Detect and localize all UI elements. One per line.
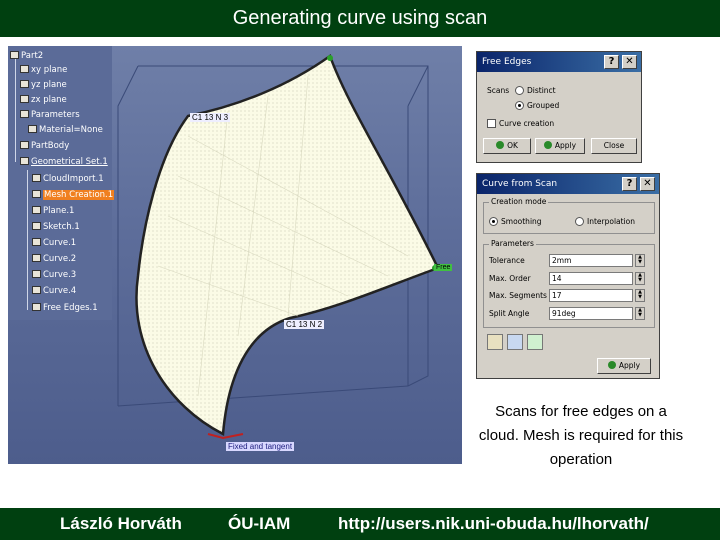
footer-author: László Horváth: [60, 514, 182, 533]
tree-item-mesh-creation[interactable]: Mesh Creation.1: [32, 189, 115, 201]
apply-icon: [543, 141, 552, 149]
interpolation-radio[interactable]: [575, 217, 584, 226]
grouped-radio[interactable]: [515, 101, 524, 110]
max-segments-input[interactable]: 17: [549, 289, 633, 302]
segment-tool-icon[interactable]: [507, 334, 523, 350]
tree-item-parameters[interactable]: Parameters: [20, 109, 80, 121]
part-icon: [10, 51, 19, 59]
curve-creation-checkbox[interactable]: [487, 119, 496, 128]
apply-button[interactable]: Apply: [535, 138, 585, 154]
tree-item-material[interactable]: Material=None: [28, 124, 103, 136]
tree-item-partbody[interactable]: PartBody: [20, 140, 69, 152]
tree-item-cloudimport[interactable]: CloudImport.1: [32, 173, 104, 185]
tolerance-input[interactable]: 2mm: [549, 254, 633, 267]
tree-item-curve1[interactable]: Curve.1: [32, 237, 76, 249]
curve-icon: [32, 254, 41, 262]
free-edges-title: Free Edges: [482, 57, 532, 67]
curve-scan-body: Creation mode Smoothing Interpolation Pa…: [479, 196, 657, 376]
point-cloud-mesh[interactable]: [135, 54, 440, 436]
constraint-tag-c1-bottom: C1 13 N 2: [284, 320, 325, 329]
footer-url[interactable]: http://users.nik.uni-obuda.hu/lhorvath/: [338, 514, 649, 534]
max-segments-spinner[interactable]: ▲ ▼: [635, 289, 645, 302]
tree-item-zx-plane[interactable]: zx plane: [20, 94, 67, 106]
caption-text: Scans for free edges on a cloud. Mesh is…: [478, 403, 684, 468]
tree-item-sketch1[interactable]: Sketch.1: [32, 221, 80, 233]
tree-connector: [27, 170, 28, 310]
tree-item-xy-plane[interactable]: xy plane: [20, 64, 67, 76]
curve-scan-title: Curve from Scan: [482, 179, 558, 189]
constraint-tag-free: Free: [434, 264, 453, 271]
constraint-tag-fixed: Fixed and tangent: [226, 442, 295, 451]
close-x-button[interactable]: ✕: [622, 55, 637, 69]
scans-label: Scans: [487, 86, 510, 95]
geometrical-set-icon: [20, 157, 29, 165]
tree-item-curve4[interactable]: Curve.4: [32, 285, 76, 297]
curve-creation-label: Curve creation: [499, 119, 555, 128]
red-marker: [207, 433, 244, 440]
max-order-input[interactable]: 14: [549, 272, 633, 285]
free-edges-titlebar: Free Edges ? ✕: [477, 52, 641, 72]
curve-scan-titlebar: Curve from Scan ? ✕: [477, 174, 659, 194]
grouped-label: Grouped: [527, 101, 560, 110]
footer-bar: László Horváth ÓU-IAM http://users.nik.u…: [0, 508, 720, 540]
interpolation-label: Interpolation: [587, 217, 635, 226]
ok-button[interactable]: OK: [483, 138, 531, 154]
smoothing-radio[interactable]: [489, 217, 498, 226]
distinct-label: Distinct: [527, 86, 556, 95]
apply-icon: [607, 361, 616, 369]
tolerance-spinner[interactable]: ▲ ▼: [635, 254, 645, 267]
body-icon: [20, 141, 29, 149]
plane-icon: [20, 65, 29, 73]
max-order-spinner[interactable]: ▲ ▼: [635, 272, 645, 285]
specification-tree: Part2 xy plane yz plane zx plane Paramet…: [8, 46, 115, 320]
tree-item-curve2[interactable]: Curve.2: [32, 253, 76, 265]
tree-item-free-edges[interactable]: Free Edges.1: [32, 302, 98, 314]
curve-icon: [32, 238, 41, 246]
creation-mode-label: Creation mode: [489, 197, 549, 206]
smoothing-label: Smoothing: [501, 217, 542, 226]
material-icon: [28, 125, 37, 133]
help-button[interactable]: ?: [604, 55, 619, 69]
curve-icon: [32, 286, 41, 294]
parameters-label: Parameters: [489, 239, 536, 248]
close-button[interactable]: Close: [591, 138, 637, 154]
tree-item-yz-plane[interactable]: yz plane: [20, 79, 67, 91]
constraint-tag-c1-top: C1 13 N 3: [190, 113, 231, 122]
tree-item-geometrical-set[interactable]: Geometrical Set.1: [20, 156, 108, 168]
tree-item-part[interactable]: Part2: [10, 50, 43, 62]
max-order-label: Max. Order: [489, 274, 531, 283]
split-angle-spinner[interactable]: ▲ ▼: [635, 307, 645, 320]
help-button[interactable]: ?: [622, 177, 637, 191]
parameters-icon: [20, 110, 29, 118]
plane-icon: [20, 95, 29, 103]
tree-item-plane1[interactable]: Plane.1: [32, 205, 74, 217]
free-edges-icon: [32, 303, 41, 311]
tolerance-label: Tolerance: [489, 256, 525, 265]
free-edges-body: Scans Distinct Grouped Curve creation OK…: [479, 74, 639, 160]
curve-tool-icon[interactable]: [527, 334, 543, 350]
mesh-icon: [32, 190, 41, 198]
plane-icon: [20, 80, 29, 88]
apply-button[interactable]: Apply: [597, 358, 651, 374]
split-angle-input[interactable]: 91deg: [549, 307, 633, 320]
point-marker-top[interactable]: [327, 55, 333, 61]
close-x-button[interactable]: ✕: [640, 177, 655, 191]
distinct-radio[interactable]: [515, 86, 524, 95]
cloud-icon: [32, 174, 41, 182]
slide-title: Generating curve using scan: [0, 0, 720, 37]
ok-icon: [496, 141, 505, 149]
tree-connector: [15, 58, 16, 162]
hand-tool-icon[interactable]: [487, 334, 503, 350]
tree-item-curve3[interactable]: Curve.3: [32, 269, 76, 281]
curve-from-scan-dialog: Curve from Scan ? ✕ Creation mode Smooth…: [476, 173, 660, 379]
max-segments-label: Max. Segments: [489, 291, 547, 300]
sketch-icon: [32, 222, 41, 230]
curve-icon: [32, 270, 41, 278]
footer-institute: ÓU-IAM: [228, 514, 291, 533]
split-angle-label: Split Angle: [489, 309, 530, 318]
plane-icon: [32, 206, 41, 214]
free-edges-dialog: Free Edges ? ✕ Scans Distinct Grouped Cu…: [476, 51, 642, 163]
